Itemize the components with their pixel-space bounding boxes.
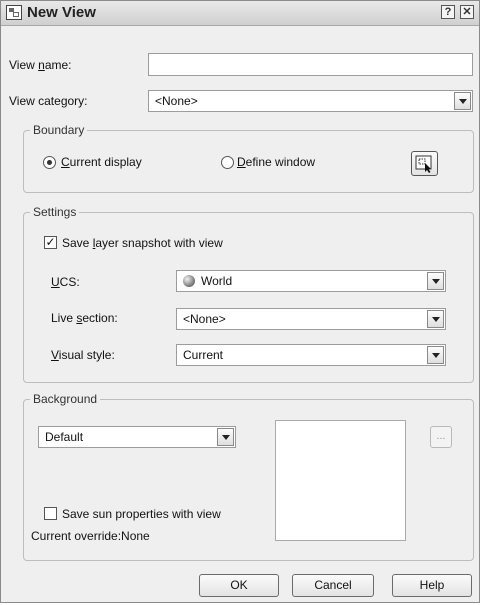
cancel-button[interactable]: Cancel (292, 574, 374, 597)
chevron-down-icon[interactable] (427, 346, 444, 364)
view-name-label: View name: (9, 58, 72, 72)
visual-style-value: Current (183, 348, 224, 362)
view-category-value: <None> (155, 94, 198, 108)
boundary-group-title: Boundary (30, 123, 88, 137)
settings-group-title: Settings (30, 205, 80, 219)
background-group-title: Background (30, 392, 101, 406)
boundary-group: Boundary Current display Define window (23, 123, 474, 193)
ucs-value: World (201, 274, 233, 288)
current-display-label: Current display (61, 155, 142, 169)
background-type-value: Default (45, 430, 84, 444)
help-icon[interactable]: ? (441, 5, 455, 19)
dialog-title: New View (27, 4, 96, 21)
save-sun-properties-checkbox[interactable] (44, 507, 57, 520)
current-display-radio[interactable] (43, 156, 56, 169)
view-category-select[interactable]: <None> (148, 90, 473, 112)
save-sun-properties-label: Save sun properties with view (62, 507, 221, 521)
define-window-pick-button[interactable] (411, 151, 438, 176)
live-section-select[interactable]: <None> (176, 308, 446, 330)
view-category-label: View category: (9, 94, 88, 108)
chevron-down-icon[interactable] (454, 92, 471, 110)
ok-button[interactable]: OK (199, 574, 279, 597)
visual-style-label: Visual style: (51, 348, 115, 362)
save-layer-snapshot-label: Save layer snapshot with view (62, 236, 223, 250)
ucs-label: UCS: (51, 275, 80, 289)
globe-icon (183, 275, 195, 287)
current-override-text: Current override:None (31, 529, 150, 543)
title-bar: New View ? ✕ (1, 1, 479, 26)
ucs-select[interactable]: World (176, 270, 446, 292)
live-section-value: <None> (183, 312, 226, 326)
background-preview (275, 420, 406, 541)
visual-style-select[interactable]: Current (176, 344, 446, 366)
define-window-label: Define window (237, 155, 316, 169)
close-icon[interactable]: ✕ (460, 5, 474, 19)
define-window-radio[interactable] (221, 156, 234, 169)
new-view-app-icon (6, 5, 22, 20)
background-group: Background Default ... Save sun properti… (23, 392, 474, 561)
help-button[interactable]: Help (392, 574, 472, 597)
background-ellipsis-button[interactable]: ... (430, 426, 452, 448)
settings-group: Settings ✓ Save layer snapshot with view… (23, 205, 474, 383)
new-view-dialog: New View ? ✕ View name: View category: <… (0, 0, 480, 603)
live-section-label: Live section: (51, 311, 118, 325)
chevron-down-icon[interactable] (427, 310, 444, 328)
chevron-down-icon[interactable] (217, 428, 234, 446)
window-select-icon (415, 155, 432, 173)
chevron-down-icon[interactable] (427, 272, 444, 290)
view-name-input[interactable] (148, 53, 473, 76)
save-layer-snapshot-checkbox[interactable]: ✓ (44, 236, 57, 249)
background-type-select[interactable]: Default (38, 426, 236, 448)
